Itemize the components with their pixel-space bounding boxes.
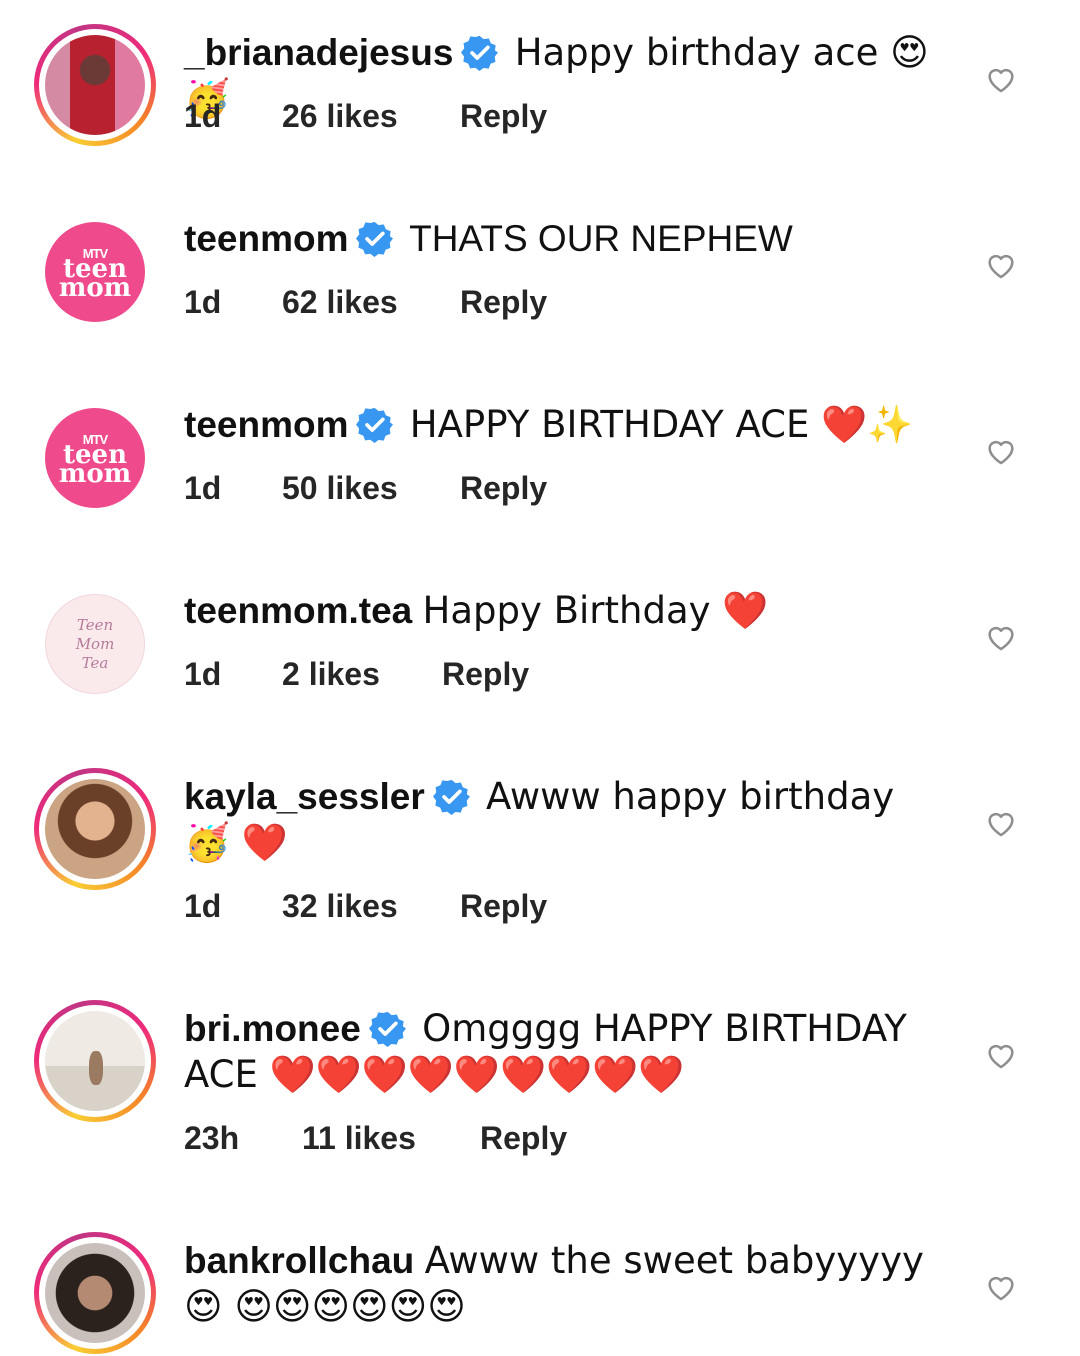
reply-button[interactable]: Reply [480, 1120, 567, 1157]
avatar[interactable] [34, 768, 156, 890]
avatar[interactable] [34, 1232, 156, 1354]
username[interactable]: bankrollchau [184, 1240, 414, 1281]
avatar[interactable] [34, 1000, 156, 1122]
comment-time: 1d [184, 888, 222, 924]
username[interactable]: kayla_sessler [184, 776, 425, 817]
comment-meta: 1d 2 likes Reply [184, 656, 529, 693]
heart-outline-icon[interactable] [984, 248, 1018, 282]
avatar[interactable] [34, 24, 156, 146]
like-count[interactable]: 11 likes [302, 1120, 480, 1157]
comment-time: 1d [184, 284, 222, 320]
heart-outline-icon[interactable] [984, 806, 1018, 840]
heart-outline-icon[interactable] [984, 434, 1018, 468]
avatar-logo-text: mom [58, 272, 132, 303]
heart-outline-icon[interactable] [984, 1038, 1018, 1072]
comment-time: 1d [184, 98, 222, 134]
username[interactable]: bri.monee [184, 1008, 361, 1049]
verified-badge-icon [356, 407, 394, 443]
avatar-logo-text: Mom [75, 634, 115, 653]
comment-text: HAPPY BIRTHDAY ACE ❤️✨ [409, 403, 914, 446]
verified-badge-icon [432, 779, 470, 815]
comment-meta: 1d 50 likes Reply [184, 470, 547, 507]
like-count[interactable]: 32 likes [282, 888, 460, 925]
reply-button[interactable]: Reply [460, 284, 547, 321]
comment-time: 1d [184, 470, 222, 506]
verified-badge-icon [461, 35, 499, 71]
comment-text: THATS OUR NEPHEW [409, 218, 793, 259]
like-count[interactable]: 26 likes [282, 98, 460, 135]
comment-meta: 1d 62 likes Reply [184, 284, 547, 321]
username[interactable]: teenmom.tea [184, 590, 412, 631]
like-count[interactable]: 62 likes [282, 284, 460, 321]
username[interactable]: teenmom [184, 404, 348, 445]
heart-outline-icon[interactable] [984, 62, 1018, 96]
verified-badge-icon [368, 1011, 406, 1047]
comment-time: 1d [184, 656, 222, 692]
heart-outline-icon[interactable] [984, 1270, 1018, 1304]
username[interactable]: _brianadejesus [184, 32, 453, 73]
like-count[interactable]: 2 likes [282, 656, 442, 693]
avatar[interactable]: Teen Mom Tea [45, 594, 145, 694]
comment-meta: 23h 11 likes Reply [184, 1120, 567, 1157]
username[interactable]: teenmom [184, 218, 348, 259]
avatar-logo-text: Teen [76, 615, 114, 634]
avatar-logo-text: Tea [81, 653, 109, 672]
comment-meta: 1d 32 likes Reply [184, 888, 547, 925]
reply-button[interactable]: Reply [442, 656, 529, 693]
reply-button[interactable]: Reply [460, 470, 547, 507]
avatar-logo-text: mom [58, 458, 132, 489]
comment-meta: 1d 26 likes Reply [184, 98, 547, 135]
comment-time: 23h [184, 1120, 240, 1156]
like-count[interactable]: 50 likes [282, 470, 460, 507]
avatar[interactable]: MTV teen mom [45, 408, 145, 508]
heart-outline-icon[interactable] [984, 620, 1018, 654]
avatar[interactable]: MTV teen mom [45, 222, 145, 322]
reply-button[interactable]: Reply [460, 888, 547, 925]
comment-text: Happy Birthday ❤️ [422, 589, 769, 632]
reply-button[interactable]: Reply [460, 98, 547, 135]
verified-badge-icon [356, 221, 394, 257]
